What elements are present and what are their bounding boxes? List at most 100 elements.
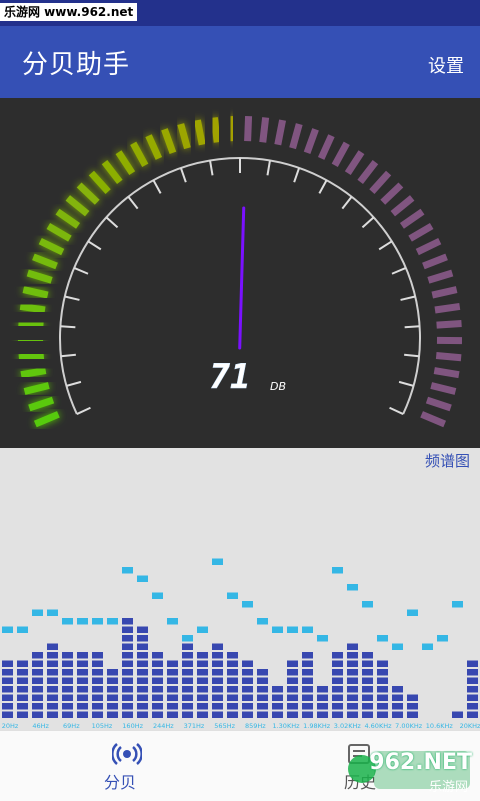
spectrum-bar-cell — [212, 678, 223, 685]
frequency-label: 46Hz — [32, 722, 49, 730]
spectrum-bar-cell — [392, 686, 403, 693]
spectrum-peak-marker — [2, 627, 13, 634]
spectrum-bar-cell — [287, 686, 298, 693]
spectrum-bar-cell — [467, 678, 478, 685]
spectrum-bar-cell — [287, 669, 298, 676]
level-segment — [35, 414, 58, 424]
spectrum-peak-marker — [227, 593, 238, 600]
level-segment — [393, 198, 412, 214]
spectrum-bar-cell — [467, 661, 478, 668]
frequency-label: 1.98KHz — [303, 722, 331, 730]
spectrum-bar-cell — [227, 661, 238, 668]
meter-needle — [240, 208, 244, 348]
spectrum-bar-cell — [137, 652, 148, 659]
spectrum-bar-cell — [467, 695, 478, 702]
spectrum-bar-cell — [122, 703, 133, 710]
spectrum-bar-cell — [242, 678, 253, 685]
spectrum-bar-cell — [92, 669, 103, 676]
spectrum-bar-cell — [407, 703, 418, 710]
spectrum-peak-marker — [122, 567, 133, 574]
level-segment — [307, 129, 316, 153]
spectrum-bar-cell — [347, 695, 358, 702]
spectrum-bar-cell — [362, 661, 373, 668]
spectrum-bar-cell — [347, 644, 358, 651]
spectrum-bar-cell — [122, 618, 133, 625]
level-segment — [432, 290, 456, 295]
spectrum-bar-cell — [137, 695, 148, 702]
spectrum-bar-cell — [467, 703, 478, 710]
spectrum-bar-cell — [92, 686, 103, 693]
spectrum-column — [77, 618, 88, 718]
spectrum-column — [347, 584, 358, 718]
spectrum-bar-cell — [137, 669, 148, 676]
level-segment — [417, 241, 439, 252]
spectrum-bar-cell — [92, 703, 103, 710]
spectrum-bar-cell — [362, 652, 373, 659]
watermark-text: 乐游网 www.962.net — [0, 3, 137, 21]
spectrum-bar-cell — [212, 695, 223, 702]
spectrum-bar-cell — [77, 652, 88, 659]
spectrum-bar-cell — [182, 686, 193, 693]
spectrum-bar-cell — [47, 644, 58, 651]
spectrum-bar-cell — [362, 686, 373, 693]
level-segment — [263, 117, 266, 142]
spectrum-bar-cell — [2, 712, 13, 719]
spectrum-bar-cell — [47, 695, 58, 702]
spectrum-bar-cell — [287, 678, 298, 685]
spectrum-bar-cell — [197, 686, 208, 693]
level-segment — [437, 323, 462, 325]
level-segment — [28, 273, 52, 280]
level-segment — [427, 400, 451, 408]
spectrum-bar-cell — [332, 703, 343, 710]
decibel-unit: DB — [270, 380, 286, 393]
spectrum-bar-cell — [212, 669, 223, 676]
level-segment — [431, 385, 455, 391]
spectrum-bar-cell — [212, 686, 223, 693]
spectrum-bar-cell — [182, 669, 193, 676]
spectrum-bar-cell — [17, 695, 28, 702]
spectrum-bar-cell — [77, 695, 88, 702]
spectrum-bar-cell — [137, 661, 148, 668]
spectrum-bar-cell — [62, 678, 73, 685]
scale-tick — [128, 197, 137, 209]
frequency-label: 69Hz — [63, 722, 80, 730]
spectrum-bar-cell — [17, 661, 28, 668]
spectrum-bar-cell — [122, 669, 133, 676]
spectrum-peak-marker — [452, 601, 463, 608]
spectrum-peak-marker — [167, 618, 178, 625]
spectrum-peak-marker — [197, 627, 208, 634]
spectrum-bar-cell — [32, 678, 43, 685]
spectrum-column — [452, 601, 463, 718]
spectrum-bar-cell — [392, 695, 403, 702]
spectrum-peak-marker — [32, 610, 43, 617]
spectrum-bar-cell — [377, 661, 388, 668]
spectrum-bar-cell — [182, 644, 193, 651]
spectrum-bar-cell — [137, 712, 148, 719]
spectrum-column — [242, 601, 253, 718]
spectrum-bar-cell — [32, 712, 43, 719]
spectrum-bar-cell — [197, 712, 208, 719]
spectrum-bar-cell — [47, 686, 58, 693]
level-segment — [91, 173, 108, 192]
spectrum-bar-cell — [107, 703, 118, 710]
spectrum-peak-marker — [212, 559, 223, 566]
spectrum-bar-cell — [212, 652, 223, 659]
spectrum-bar-cell — [152, 661, 163, 668]
spectrum-bar-cell — [167, 712, 178, 719]
scale-tick — [404, 355, 419, 357]
spectrum-bar-cell — [17, 712, 28, 719]
spectrum-bar-cell — [377, 712, 388, 719]
level-segment — [434, 371, 459, 375]
spectrum-bar-cell — [242, 712, 253, 719]
spectrum-bar-cell — [122, 678, 133, 685]
spectrum-column — [122, 567, 133, 718]
settings-button[interactable]: 设置 — [428, 52, 464, 78]
spectrum-bar-cell — [302, 695, 313, 702]
level-segment — [33, 257, 56, 266]
scale-tick — [267, 161, 269, 176]
spectrum-bar-cell — [257, 678, 268, 685]
nav-item-decibel[interactable]: 分贝 — [0, 731, 240, 801]
frequency-label: 7.00KHz — [395, 722, 423, 730]
level-segment — [423, 257, 446, 266]
spectrum-bar-cell — [167, 703, 178, 710]
